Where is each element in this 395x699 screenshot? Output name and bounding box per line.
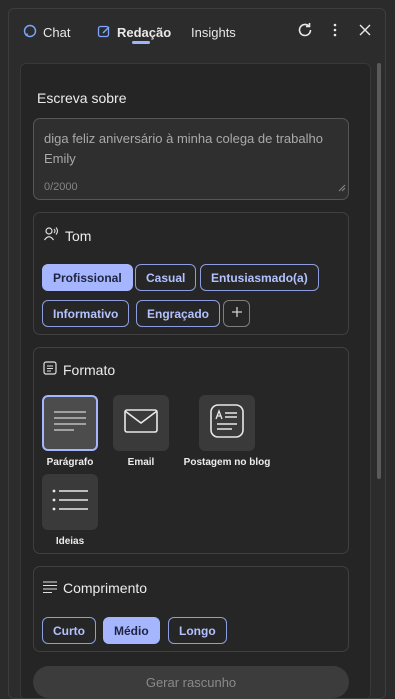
header-bar: Chat Redação Insights bbox=[9, 9, 385, 54]
active-tab-indicator bbox=[132, 41, 150, 44]
tone-chip-casual[interactable]: Casual bbox=[135, 264, 197, 291]
compose-panel: Chat Redação Insights Escreva sobre diga… bbox=[8, 8, 386, 699]
tab-insights[interactable]: Insights bbox=[191, 21, 236, 43]
length-icon bbox=[43, 580, 57, 596]
format-email-label: Email bbox=[127, 457, 155, 468]
scrollbar[interactable] bbox=[376, 63, 382, 483]
length-title-label: Comprimento bbox=[63, 580, 148, 596]
compose-label: Escreva sobre bbox=[37, 90, 127, 106]
tab-redacao-label: Redação bbox=[117, 24, 172, 40]
length-chip-curto[interactable]: Curto bbox=[42, 617, 96, 644]
bullet-list-icon bbox=[52, 489, 88, 516]
format-section: Formato Parágrafo Email Postagem no blog… bbox=[33, 347, 349, 554]
tab-redacao[interactable]: Redação bbox=[97, 21, 171, 43]
paragraph-icon bbox=[54, 410, 86, 437]
tone-title: Tom bbox=[43, 226, 91, 245]
tab-insights-label: Insights bbox=[191, 24, 236, 40]
tone-chip-engracado[interactable]: Engraçado bbox=[136, 300, 221, 327]
add-tone-button[interactable] bbox=[223, 300, 250, 327]
length-title: Comprimento bbox=[43, 580, 147, 596]
format-title: Formato bbox=[43, 361, 115, 378]
length-section: Comprimento Curto Médio Longo bbox=[33, 566, 349, 652]
refresh-icon bbox=[296, 21, 314, 44]
compose-icon bbox=[97, 24, 111, 41]
refresh-button[interactable] bbox=[294, 21, 316, 43]
generate-draft-button[interactable]: Gerar rascunho bbox=[33, 666, 349, 698]
compose-input-text: diga feliz aniversário à minha colega de… bbox=[44, 131, 323, 166]
chat-bubble-icon bbox=[23, 24, 37, 41]
character-counter: 0/2000 bbox=[44, 181, 78, 193]
compose-input[interactable]: diga feliz aniversário à minha colega de… bbox=[33, 118, 349, 200]
format-postagem-blog[interactable]: Postagem no blog bbox=[184, 395, 270, 468]
resize-grip-icon[interactable] bbox=[338, 179, 346, 197]
tone-chip-entusiasmado[interactable]: Entusiasmado(a) bbox=[200, 264, 319, 291]
more-vertical-icon bbox=[333, 23, 337, 42]
tab-chat-label: Chat bbox=[43, 24, 71, 40]
format-email[interactable]: Email bbox=[113, 395, 169, 468]
envelope-icon bbox=[124, 408, 158, 438]
compose-content: Escreva sobre diga feliz aniversário à m… bbox=[20, 63, 371, 698]
close-button[interactable] bbox=[354, 21, 376, 43]
tone-chip-profissional[interactable]: Profissional bbox=[42, 264, 133, 291]
format-ideias[interactable]: Ideias bbox=[42, 474, 98, 547]
plus-icon bbox=[231, 306, 243, 321]
tone-section: Tom Profissional Casual Entusiasmado(a) … bbox=[33, 212, 349, 335]
format-paragrafo-label: Parágrafo bbox=[46, 457, 94, 468]
close-icon bbox=[359, 23, 371, 41]
tone-chip-informativo[interactable]: Informativo bbox=[42, 300, 130, 327]
blog-post-icon bbox=[210, 403, 244, 443]
length-chip-longo[interactable]: Longo bbox=[168, 617, 227, 644]
format-icon bbox=[43, 361, 57, 378]
format-ideias-label: Ideias bbox=[55, 536, 85, 547]
length-chip-medio[interactable]: Médio bbox=[103, 617, 160, 644]
scrollbar-thumb[interactable] bbox=[377, 63, 381, 479]
format-postagem-blog-label: Postagem no blog bbox=[183, 457, 271, 468]
tone-title-label: Tom bbox=[65, 227, 92, 244]
voice-icon bbox=[43, 226, 59, 245]
tab-chat[interactable]: Chat bbox=[23, 21, 70, 43]
format-paragrafo[interactable]: Parágrafo bbox=[42, 395, 98, 468]
more-button[interactable] bbox=[324, 21, 346, 43]
format-title-label: Formato bbox=[63, 361, 116, 378]
